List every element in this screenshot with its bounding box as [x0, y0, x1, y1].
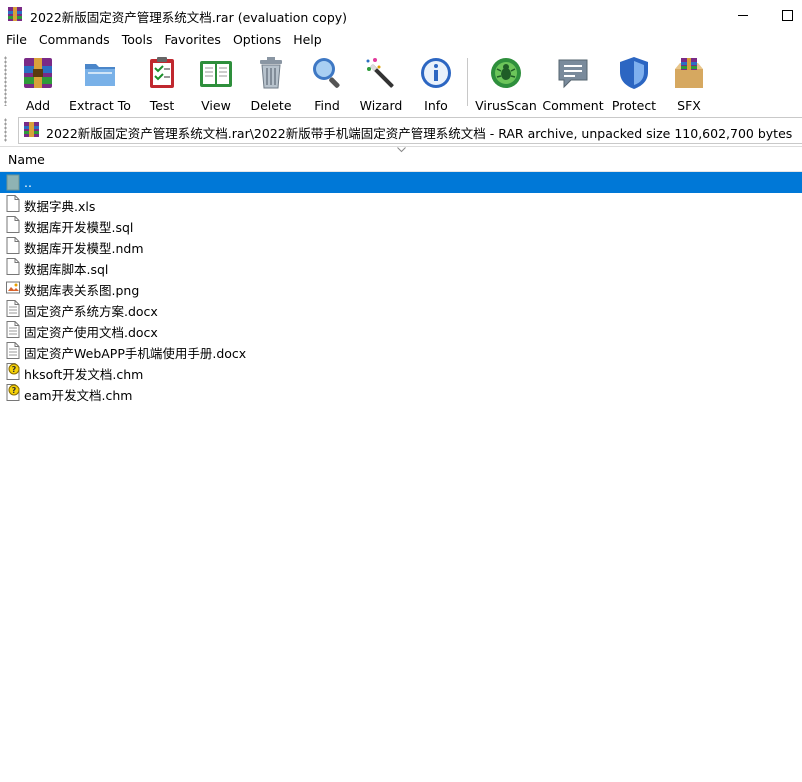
- file-icon: [6, 216, 20, 233]
- comment-icon: [558, 59, 588, 89]
- info-icon: [421, 58, 451, 88]
- file-name: eam开发文档.chm: [24, 388, 133, 403]
- file-icon: [6, 237, 20, 254]
- folder-extract-icon: [85, 64, 115, 86]
- menu-favorites[interactable]: Favorites: [158, 30, 226, 50]
- file-rows: .. 数据字典.xls 数据库开发模型.sql 数据库开发模型.ndm 数据库脚: [0, 172, 802, 403]
- document-file-icon: [6, 300, 20, 317]
- list-item-file[interactable]: ? hksoft开发文档.chm: [0, 361, 802, 382]
- column-name-label: Name: [8, 152, 45, 167]
- menu-tools[interactable]: Tools: [116, 30, 159, 50]
- file-name: 数据库开发模型.ndm: [24, 241, 144, 256]
- sfx-label: SFX: [677, 98, 701, 113]
- list-item-file[interactable]: 固定资产使用文档.docx: [0, 319, 802, 340]
- sort-chevron-down-icon: [397, 147, 406, 153]
- rar-archive-icon: [24, 122, 39, 137]
- menu-bar: File Commands Tools Favorites Options He…: [0, 30, 802, 50]
- menu-commands[interactable]: Commands: [33, 30, 116, 50]
- svg-text:?: ?: [12, 365, 17, 374]
- list-item-file[interactable]: 数据库表关系图.png: [0, 277, 802, 298]
- file-name: 数据字典.xls: [24, 199, 96, 214]
- title-bar: 2022新版固定资产管理系统文档.rar (evaluation copy): [0, 0, 802, 30]
- file-name: 固定资产使用文档.docx: [24, 325, 158, 340]
- archive-add-icon: [24, 58, 52, 88]
- list-item-file[interactable]: 固定资产系统方案.docx: [0, 298, 802, 319]
- document-file-icon: [6, 342, 20, 359]
- clipboard-test-icon: [150, 57, 174, 88]
- address-path: 2022新版固定资产管理系统文档.rar\2022新版带手机端固定资产管理系统文…: [46, 126, 793, 141]
- info-button[interactable]: Info: [402, 54, 470, 113]
- document-file-icon: [6, 321, 20, 338]
- minimize-button[interactable]: [720, 0, 765, 30]
- virus-scan-icon: [491, 58, 521, 88]
- add-button[interactable]: Add: [4, 54, 72, 113]
- list-item-file[interactable]: 数据库开发模型.sql: [0, 214, 802, 235]
- book-view-icon: [200, 61, 232, 87]
- comment-button[interactable]: Comment: [539, 54, 607, 113]
- extract-to-label: Extract To: [69, 98, 131, 113]
- list-item-file[interactable]: 数据字典.xls: [0, 193, 802, 214]
- file-list[interactable]: Name .. 数据字典.xls 数据库开发模型.sql 数据库开发模型.ndm…: [0, 146, 802, 782]
- file-name: 数据库开发模型.sql: [24, 220, 134, 235]
- file-name: 数据库表关系图.png: [24, 283, 140, 298]
- file-name: 固定资产系统方案.docx: [24, 304, 158, 319]
- list-item-parent-folder[interactable]: ..: [0, 172, 802, 193]
- column-header-name[interactable]: Name: [0, 147, 802, 172]
- minimize-icon: [737, 14, 748, 16]
- help-file-icon: ?: [6, 363, 20, 380]
- toolbar-separator: [467, 58, 468, 106]
- list-item-file[interactable]: 固定资产WebAPP手机端使用手册.docx: [0, 340, 802, 361]
- list-item-file[interactable]: ? eam开发文档.chm: [0, 382, 802, 403]
- image-file-icon: [6, 281, 20, 294]
- maximize-button[interactable]: [765, 0, 802, 30]
- parent-folder-icon: [6, 174, 20, 191]
- comment-label: Comment: [542, 98, 604, 113]
- list-item-file[interactable]: 数据库开发模型.ndm: [0, 235, 802, 256]
- info-label: Info: [424, 98, 448, 113]
- toolbar: Add Extract To Test View Delete Find Wiz…: [0, 50, 802, 113]
- sfx-box-icon: [675, 58, 703, 88]
- shield-icon: [620, 57, 648, 89]
- menu-help[interactable]: Help: [287, 30, 328, 50]
- list-item-file[interactable]: 数据库脚本.sql: [0, 256, 802, 277]
- trash-icon: [260, 57, 282, 89]
- svg-text:?: ?: [12, 386, 17, 395]
- menu-file[interactable]: File: [0, 30, 33, 50]
- winrar-app-icon: [8, 7, 22, 21]
- address-bar[interactable]: 2022新版固定资产管理系统文档.rar\2022新版带手机端固定资产管理系统文…: [18, 117, 802, 144]
- extract-to-button[interactable]: Extract To: [66, 54, 134, 113]
- add-label: Add: [25, 98, 51, 113]
- file-name: ..: [24, 175, 32, 190]
- window-title: 2022新版固定资产管理系统文档.rar (evaluation copy): [30, 10, 348, 25]
- maximize-icon: [782, 9, 793, 21]
- address-grip[interactable]: [4, 118, 7, 142]
- file-icon: [6, 195, 20, 212]
- magnifier-icon: [313, 58, 340, 88]
- virusscan-label: VirusScan: [475, 98, 537, 113]
- sfx-button[interactable]: SFX: [655, 54, 723, 113]
- menu-options[interactable]: Options: [227, 30, 287, 50]
- file-name: 固定资产WebAPP手机端使用手册.docx: [24, 346, 247, 361]
- virusscan-button[interactable]: VirusScan: [472, 54, 540, 113]
- magic-wand-icon: [366, 58, 394, 88]
- file-name: hksoft开发文档.chm: [24, 367, 144, 382]
- file-name: 数据库脚本.sql: [24, 262, 109, 277]
- file-icon: [6, 258, 20, 275]
- help-file-icon: ?: [6, 384, 20, 401]
